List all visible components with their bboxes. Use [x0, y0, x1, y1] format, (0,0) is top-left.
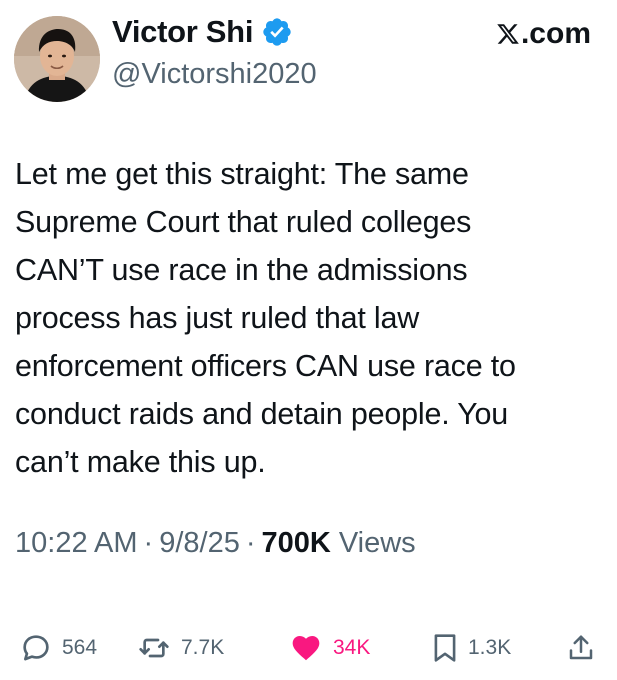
display-name[interactable]: Victor Shi	[112, 14, 253, 50]
tweet-time[interactable]: 10:22 AM	[15, 527, 138, 560]
bookmark-count: 1.3K	[468, 636, 512, 659]
meta-separator: ·	[143, 527, 154, 559]
source-domain: .com	[520, 17, 591, 50]
share-button[interactable]	[566, 628, 596, 668]
profile-photo	[14, 16, 100, 102]
like-button[interactable]: 34K	[289, 628, 370, 668]
meta-separator: ·	[245, 527, 256, 559]
source-label: .com	[496, 17, 591, 51]
repost-icon	[139, 638, 169, 658]
tweet-date[interactable]: 9/8/25	[159, 527, 240, 560]
verified-badge-icon	[263, 18, 291, 46]
author-handle[interactable]: @Victorshi2020	[112, 58, 317, 91]
bookmark-button[interactable]: 1.3K	[432, 628, 511, 668]
x-logo-icon	[497, 24, 519, 44]
avatar[interactable]	[14, 16, 100, 102]
reply-button[interactable]: 564	[20, 628, 97, 668]
repost-button[interactable]: 7.7K	[137, 628, 224, 668]
bookmark-icon	[434, 634, 456, 662]
author-name-row: Victor Shi	[112, 14, 293, 50]
tweet-text: Let me get this straight: The same Supre…	[15, 157, 516, 479]
reply-count: 564	[62, 636, 98, 659]
share-icon	[569, 635, 593, 660]
views-count: 700K	[261, 527, 331, 559]
repost-count: 7.7K	[181, 636, 225, 659]
views-label: Views	[338, 527, 416, 559]
reply-icon	[23, 635, 49, 661]
tweet-meta: 10:22 AM · 9/8/25 · 700K Views	[15, 527, 416, 560]
heart-icon	[292, 636, 320, 661]
action-bar: 564 7.7K 34K 1.3K	[0, 628, 617, 668]
like-count: 34K	[333, 636, 371, 659]
